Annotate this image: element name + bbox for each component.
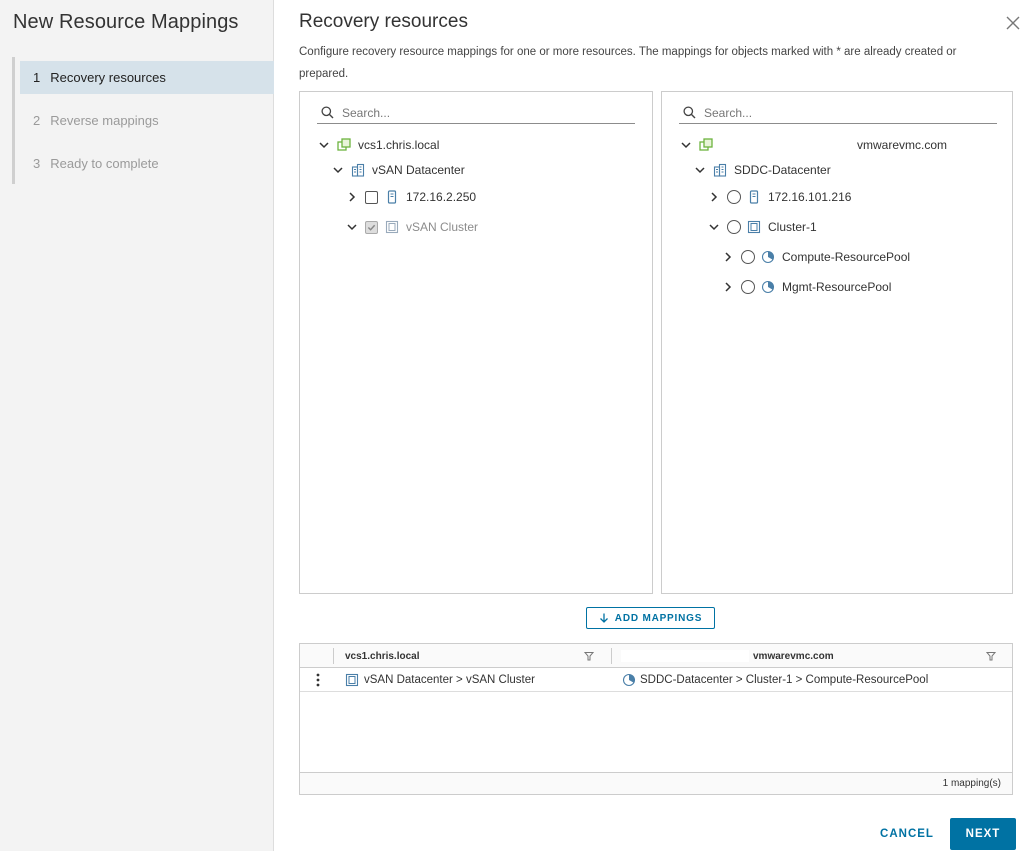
column-separator [611,648,612,664]
close-icon[interactable] [1006,16,1020,30]
search-icon [683,106,696,119]
tree-node-host[interactable]: 172.16.2.250 [345,186,476,208]
chevron-down-icon[interactable] [331,163,345,177]
source-search [317,102,635,124]
filter-icon[interactable] [584,651,594,661]
tree-node-host[interactable]: 172.16.101.216 [707,186,851,208]
step-label: Ready to complete [50,156,159,171]
arrow-down-icon [599,613,608,623]
host-radio[interactable] [727,190,741,204]
step-number: 2 [33,113,41,128]
tree-node-label: SDDC-Datacenter [734,163,831,177]
source-tree-pane: vcs1.chris.local vSAN Datacenter 172.16.… [299,91,653,594]
chevron-down-icon[interactable] [345,220,359,234]
tree-node-resource-pool[interactable]: Mgmt-ResourcePool [721,276,891,298]
row-actions-icon[interactable] [313,673,323,687]
step-recovery-resources[interactable]: 1 Recovery resources [20,61,274,94]
datacenter-icon [713,163,727,177]
vcenter-icon [699,138,713,152]
page-description: Configure recovery resource mappings for… [299,46,957,80]
tree-node-label: Mgmt-ResourcePool [782,280,892,294]
tree-node-label: vcs1.chris.local [358,138,440,152]
step-ready-to-complete[interactable]: 3 Ready to complete [20,147,274,180]
chevron-down-icon[interactable] [693,163,707,177]
wizard-steps: 1 Recovery resources 2 Reverse mappings … [12,57,274,184]
source-cell-text: vSAN Datacenter > vSAN Cluster [364,674,535,686]
cluster-icon [345,673,359,687]
chevron-right-icon[interactable] [345,190,359,204]
target-tree-pane: vmwarevmc.com SDDC-Datacenter 172.16.101… [661,91,1013,594]
tree-node-label: 172.16.101.216 [768,190,852,204]
redacted-text [621,650,749,662]
grid-footer: 1 mapping(s) [300,772,1012,794]
tree-node-label: Cluster-1 [768,220,817,234]
chevron-down-icon[interactable] [707,220,721,234]
chevron-right-icon[interactable] [721,280,735,294]
mapping-count: 1 mapping(s) [942,778,1001,789]
grid-header: vcs1.chris.local vmwarevmc.com [300,644,1012,668]
resource-pool-icon [761,280,775,294]
mappings-grid: vcs1.chris.local vmwarevmc.com vSAN Data… [299,643,1013,795]
tree-node-label: 172.16.2.250 [406,190,477,204]
filter-icon[interactable] [986,651,996,661]
source-cell: vSAN Datacenter > vSAN Cluster [345,668,535,692]
target-cell: SDDC-Datacenter > Cluster-1 > Compute-Re… [622,668,928,692]
target-search [679,102,997,124]
host-checkbox[interactable] [365,190,378,204]
tree-node-label: vSAN Datacenter [372,163,465,177]
page-title: Recovery resources [299,11,468,32]
column-header-source[interactable]: vcs1.chris.local [345,644,420,668]
step-label: Reverse mappings [50,113,159,128]
table-row[interactable]: vSAN Datacenter > vSAN Cluster SDDC-Data… [300,668,1012,692]
column-header-target-label: vmwarevmc.com [753,650,834,662]
column-header-target[interactable]: vmwarevmc.com [621,644,834,668]
chevron-right-icon[interactable] [707,190,721,204]
datacenter-icon [351,163,365,177]
wizard-title: New Resource Mappings [13,11,239,33]
step-number: 3 [33,156,41,171]
next-button[interactable]: NEXT [950,818,1016,850]
cancel-button[interactable]: CANCEL [868,820,946,848]
tree-node-datacenter[interactable]: SDDC-Datacenter [693,159,831,181]
chevron-right-icon[interactable] [721,250,735,264]
cluster-icon [747,220,761,234]
chevron-down-icon[interactable] [679,138,693,152]
cluster-icon [385,220,399,234]
column-separator [333,648,334,664]
redacted-text [720,139,859,151]
resource-pool-radio[interactable] [741,280,755,294]
tree-node-label: vmwarevmc.com [857,138,948,152]
add-mappings-button[interactable]: ADD MAPPINGS [586,607,715,629]
step-number: 1 [33,70,41,85]
host-icon [747,190,761,204]
resource-pool-icon [622,673,636,687]
target-search-input[interactable] [704,105,984,120]
chevron-down-icon[interactable] [317,138,331,152]
target-cell-text: SDDC-Datacenter > Cluster-1 > Compute-Re… [640,674,929,686]
step-reverse-mappings[interactable]: 2 Reverse mappings [20,104,274,137]
host-icon [385,190,399,204]
tree-node-resource-pool[interactable]: Compute-ResourcePool [721,246,910,268]
tree-node-label: vSAN Cluster [406,220,479,234]
cluster-checkbox[interactable] [365,220,378,234]
search-icon [321,106,334,119]
step-label: Recovery resources [50,70,166,85]
tree-node-cluster[interactable]: vSAN Cluster [345,216,478,238]
resource-pool-radio[interactable] [741,250,755,264]
tree-node-vcenter[interactable]: vmwarevmc.com [679,134,947,156]
tree-node-label: Compute-ResourcePool [782,250,911,264]
add-mappings-label: ADD MAPPINGS [614,612,703,624]
resource-pool-icon [761,250,775,264]
tree-node-vcenter[interactable]: vcs1.chris.local [317,134,439,156]
tree-node-cluster[interactable]: Cluster-1 [707,216,817,238]
source-search-input[interactable] [342,105,622,120]
vcenter-icon [337,138,351,152]
tree-node-datacenter[interactable]: vSAN Datacenter [331,159,465,181]
wizard-sidebar: New Resource Mappings 1 Recovery resourc… [0,0,274,851]
cluster-radio[interactable] [727,220,741,234]
